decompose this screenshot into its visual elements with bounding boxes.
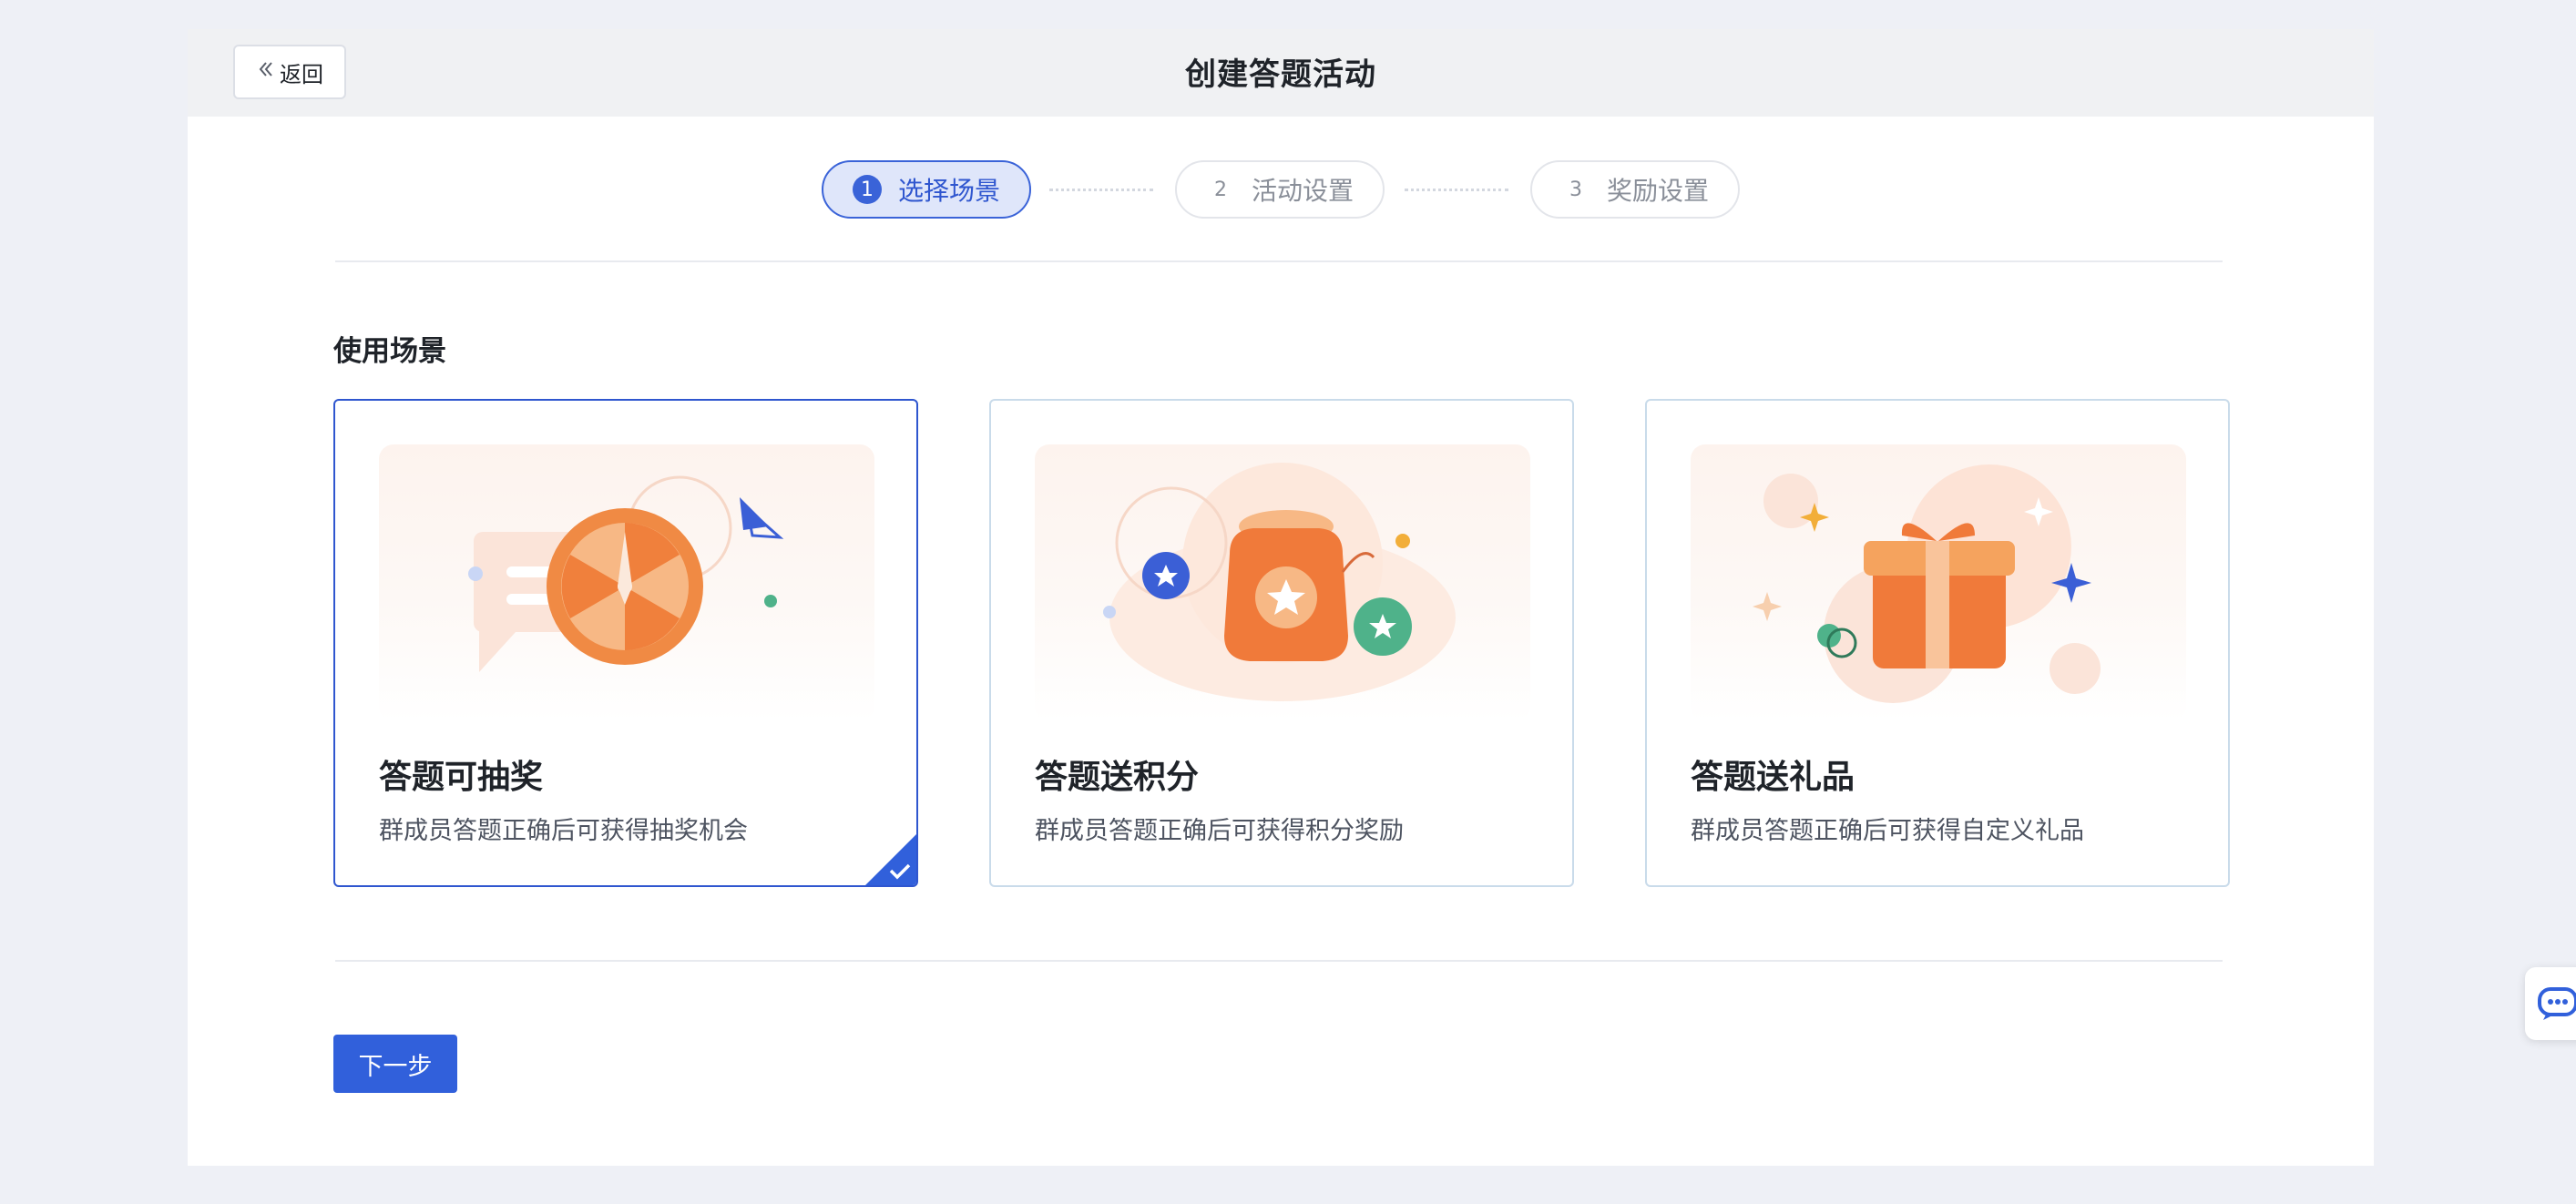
chat-bubble-icon — [2538, 987, 2576, 1020]
card-title: 答题可抽奖 — [379, 759, 544, 796]
gift-box-icon — [1691, 444, 2186, 721]
card-title: 答题送积分 — [1035, 759, 1200, 796]
divider — [335, 960, 2223, 962]
card-description: 群成员答题正确后可获得积分奖励 — [1035, 817, 1404, 845]
card-description: 群成员答题正确后可获得抽奖机会 — [379, 817, 748, 845]
step-number: 2 — [1214, 178, 1227, 201]
scene-card-gift[interactable]: 答题送礼品 群成员答题正确后可获得自定义礼品 — [1645, 399, 2230, 887]
step-label: 活动设置 — [1252, 176, 1354, 206]
divider — [335, 260, 2223, 262]
card-description: 群成员答题正确后可获得自定义礼品 — [1691, 817, 2084, 845]
chat-assistant-button[interactable] — [2525, 967, 2576, 1040]
step-activity-settings[interactable]: 2 活动设置 — [1175, 160, 1385, 219]
step-select-scene[interactable]: 1 选择场景 — [822, 160, 1031, 219]
top-bar: 返回 创建答题活动 — [188, 29, 2374, 117]
scene-card-lottery[interactable]: 答题可抽奖 群成员答题正确后可获得抽奖机会 — [333, 399, 918, 887]
step-indicator: 1 选择场景 2 活动设置 3 奖励设置 — [188, 160, 2374, 219]
step-connector — [1049, 189, 1153, 191]
page-panel: 返回 创建答题活动 1 选择场景 2 活动设置 3 奖励设置 使用场景 答题可抽… — [188, 29, 2374, 1166]
section-title: 使用场景 — [333, 335, 446, 368]
page-title: 创建答题活动 — [1185, 56, 1376, 93]
prize-wheel-icon — [379, 444, 874, 721]
step-label: 选择场景 — [898, 176, 1001, 206]
step-number: 1 — [853, 175, 882, 204]
step-label: 奖励设置 — [1607, 176, 1710, 206]
step-connector — [1405, 189, 1508, 191]
card-title: 答题送礼品 — [1691, 759, 1855, 796]
step-reward-settings[interactable]: 3 奖励设置 — [1530, 160, 1740, 219]
points-bag-icon — [1035, 444, 1530, 721]
scene-card-points[interactable]: 答题送积分 群成员答题正确后可获得积分奖励 — [989, 399, 1574, 887]
step-number: 3 — [1569, 178, 1582, 201]
next-step-button[interactable]: 下一步 — [333, 1035, 457, 1093]
selected-check-icon — [865, 834, 916, 885]
